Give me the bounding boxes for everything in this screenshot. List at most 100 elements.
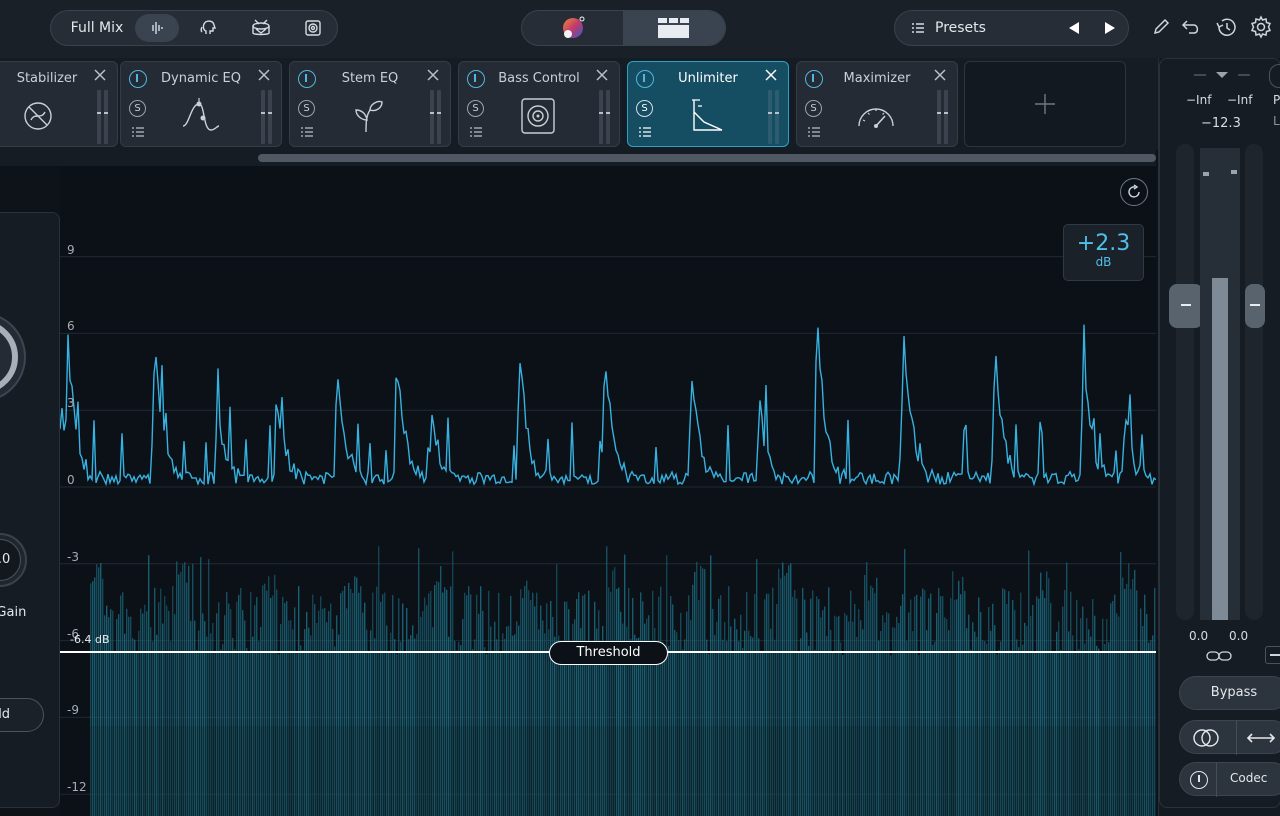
panel-toggle[interactable]	[1269, 64, 1280, 88]
module-stem-eq[interactable]: Stem EQ S	[289, 61, 451, 147]
maximizer-icon	[858, 108, 894, 128]
output-gain-knob[interactable]: 0.0	[0, 533, 27, 587]
undo-icon	[1181, 20, 1199, 34]
fader-mode-button[interactable]	[1265, 646, 1280, 664]
waveform-icon	[152, 22, 163, 34]
codec-power-icon[interactable]	[1190, 771, 1208, 789]
module-meter	[97, 90, 109, 144]
module-meter	[430, 90, 442, 144]
list-icon[interactable]	[469, 126, 483, 138]
codec-label: Codec	[1230, 771, 1268, 785]
history-icon	[1216, 18, 1236, 36]
drum-mode-button[interactable]	[239, 14, 283, 42]
stereo-icon[interactable]	[1191, 727, 1221, 749]
vocal-head-icon	[200, 20, 216, 34]
waveform-shade	[60, 726, 1156, 816]
add-module-slot[interactable]	[964, 61, 1126, 147]
left-fader-track[interactable]	[1176, 144, 1194, 620]
codec-button[interactable]: Codec	[1230, 771, 1267, 785]
close-icon[interactable]	[933, 68, 947, 82]
waveform-graph	[60, 256, 1156, 816]
presets-label: Presets	[935, 20, 986, 36]
pencil-button[interactable]	[1148, 14, 1174, 40]
pencil-icon	[1153, 18, 1170, 35]
left-panel: 0.0 out Gain hold	[0, 212, 60, 808]
fader-left-value: 0.0	[1189, 629, 1209, 643]
left-level-meter	[1200, 148, 1210, 620]
lufs-label-partial: LU	[1273, 114, 1280, 128]
vocal-mode-button[interactable]	[187, 14, 231, 42]
previous-preset-button[interactable]	[1061, 14, 1087, 42]
list-icon[interactable]	[131, 126, 145, 138]
close-icon[interactable]	[595, 68, 609, 82]
full-mix-label: Full Mix	[70, 20, 124, 36]
close-icon[interactable]	[764, 68, 778, 82]
reset-view-button[interactable]	[1120, 178, 1148, 206]
peak-left-value: −Inf	[1186, 93, 1212, 107]
settings-button[interactable]	[1248, 14, 1274, 40]
solo-button[interactable]: S	[467, 100, 484, 117]
gain-unit: dB	[1095, 255, 1112, 269]
view-switch	[521, 10, 726, 46]
refresh-icon	[1128, 184, 1140, 198]
plus-icon	[1035, 94, 1055, 114]
module-view-button[interactable]	[623, 11, 725, 45]
triangle-left-icon	[1069, 22, 1079, 34]
output-gain-value: 0.0	[0, 539, 21, 581]
meter-mode-indicator[interactable]	[1192, 70, 1252, 80]
bass-control-icon	[521, 98, 555, 134]
peak-label-partial: P	[1273, 93, 1280, 107]
triangle-right-icon	[1105, 22, 1115, 34]
close-icon[interactable]	[426, 68, 440, 82]
solo-button[interactable]: S	[129, 100, 146, 117]
speaker-icon	[305, 20, 321, 36]
y-tick-label: 9	[67, 242, 75, 257]
y-tick-label: -9	[67, 703, 79, 718]
drum-icon	[252, 19, 270, 36]
next-preset-button[interactable]	[1097, 14, 1123, 42]
module-dynamic-eq[interactable]: Dynamic EQ S	[120, 61, 282, 147]
full-mix-button[interactable]: Full Mix	[59, 14, 135, 42]
module-unlimiter[interactable]: Unlimiter S	[627, 61, 789, 147]
hold-button-label: hold	[0, 707, 11, 722]
bypass-button[interactable]: Bypass	[1179, 676, 1280, 710]
waveform-mode-button[interactable]	[135, 14, 179, 42]
close-icon[interactable]	[257, 68, 271, 82]
history-button[interactable]	[1213, 14, 1239, 40]
presets-button[interactable]: Presets	[901, 14, 1051, 42]
list-icon[interactable]	[807, 126, 821, 138]
main-knob-icon[interactable]	[0, 273, 61, 473]
undo-button[interactable]	[1178, 14, 1204, 40]
right-level-meter	[1230, 148, 1240, 620]
right-fader-track[interactable]	[1245, 144, 1263, 620]
link-icon[interactable]	[1206, 649, 1232, 663]
width-arrows-icon[interactable]	[1246, 731, 1276, 745]
y-tick-label: 6	[67, 319, 75, 334]
monitor-controls	[1179, 720, 1280, 755]
bypass-label: Bypass	[1210, 685, 1258, 700]
close-icon[interactable]	[93, 68, 107, 82]
list-icon[interactable]	[638, 126, 652, 138]
list-icon	[912, 23, 924, 33]
module-stabilizer[interactable]: Stabilizer	[0, 61, 118, 147]
output-gain-label: out Gain	[0, 605, 27, 620]
unlimiter-display[interactable]	[60, 166, 1156, 816]
stem-eq-icon	[355, 100, 383, 133]
dynamic-eq-icon	[182, 98, 220, 131]
hold-button[interactable]: hold	[0, 698, 44, 732]
list-icon[interactable]	[300, 126, 314, 138]
mix-mode-selector: Full Mix	[50, 10, 338, 46]
module-bass-control[interactable]: Bass Control S	[458, 61, 620, 147]
speaker-mode-button[interactable]	[291, 14, 335, 42]
left-fader-handle[interactable]	[1169, 284, 1203, 328]
threshold-value: -6.4 dB	[70, 633, 110, 646]
solo-button[interactable]: S	[636, 100, 653, 117]
threshold-handle[interactable]: Threshold	[549, 641, 668, 665]
solo-button[interactable]: S	[298, 100, 315, 117]
unlimiter-icon	[692, 99, 723, 131]
module-maximizer[interactable]: Maximizer S	[796, 61, 958, 147]
solo-button[interactable]: S	[805, 100, 822, 117]
right-fader-handle[interactable]	[1245, 284, 1265, 328]
module-scrollbar[interactable]	[258, 154, 1156, 162]
assistant-view-button[interactable]	[522, 11, 623, 45]
